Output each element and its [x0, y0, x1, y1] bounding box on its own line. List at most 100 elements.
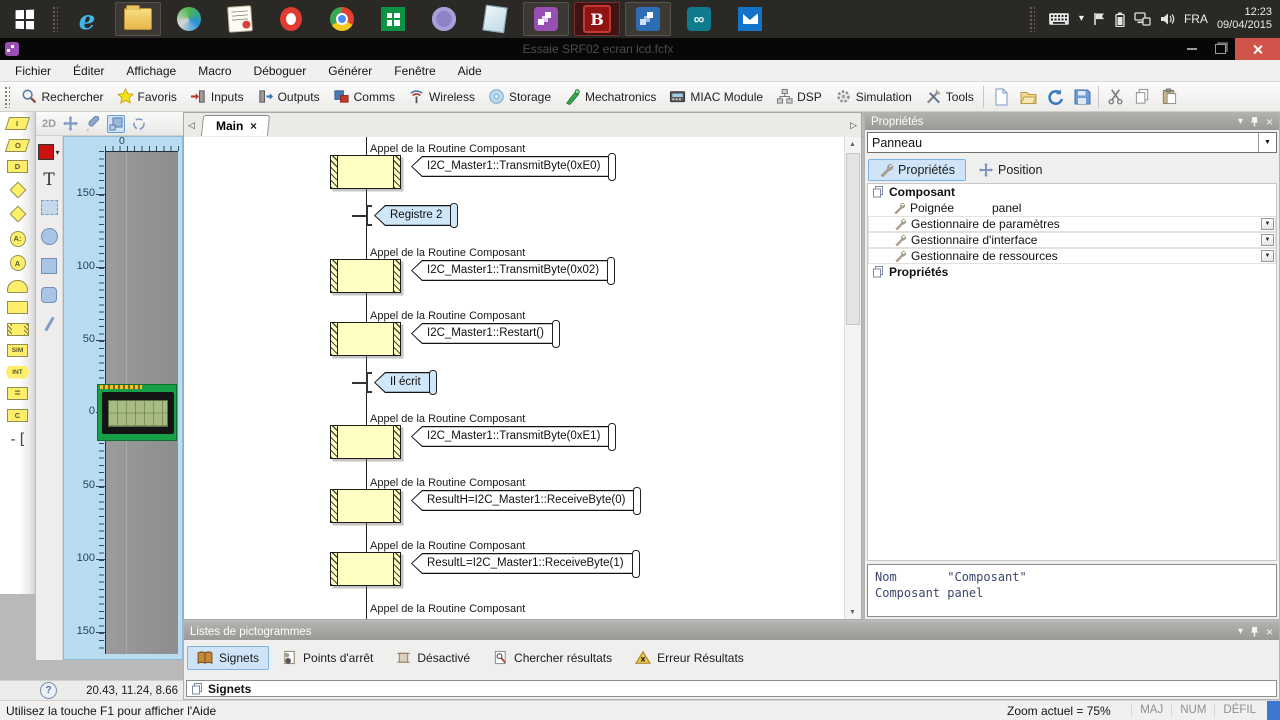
strip-component-macro-icon[interactable] — [6, 322, 29, 336]
chrome-icon[interactable] — [319, 2, 365, 36]
toolbar-inputs[interactable]: Inputs — [183, 84, 250, 110]
arduino-icon[interactable]: ∞ — [676, 2, 722, 36]
component-selector[interactable]: Panneau ▼ — [867, 132, 1277, 153]
component-macro-box[interactable] — [330, 552, 401, 586]
tree-group-composant[interactable]: Composant — [868, 184, 1276, 200]
pin-icon[interactable] — [1250, 116, 1259, 127]
step-callout[interactable]: ResultL=I2C_Master1::ReceiveByte(1) — [411, 549, 640, 578]
save-icon[interactable] — [1068, 84, 1095, 110]
tab-nav-left-icon[interactable]: ◁ — [184, 120, 199, 131]
pan-tool-icon[interactable] — [63, 116, 79, 131]
tab-erreur-resultats[interactable]: Erreur Résultats — [625, 645, 754, 670]
component-macro-box[interactable] — [330, 322, 401, 356]
panel-caret-icon[interactable]: ▾ — [1238, 116, 1243, 127]
keyboard-icon[interactable] — [1048, 12, 1070, 26]
simulation-panel-2d[interactable]: 0 150 100 50 0 50 100 150 — [63, 135, 183, 660]
strip-macro-icon[interactable] — [7, 279, 28, 293]
tab-main[interactable]: Main × — [200, 114, 271, 136]
notepad-icon[interactable] — [472, 2, 518, 36]
close-button[interactable] — [1235, 38, 1280, 60]
battery-icon[interactable] — [1115, 12, 1125, 27]
strip-decision-icon[interactable] — [9, 181, 26, 198]
volume-icon[interactable] — [1160, 12, 1175, 26]
tab-chercher-resultats[interactable]: Chercher résultats — [483, 645, 622, 670]
text-tool[interactable]: T — [43, 172, 54, 189]
toolbar-favoris[interactable]: Favoris — [110, 84, 183, 110]
comment-callout[interactable]: Il écrit — [374, 370, 437, 395]
step-callout[interactable]: I2C_Master1::Restart() — [411, 319, 560, 348]
flow-step-component[interactable]: Appel de la Routine Composant I2C_Master… — [184, 247, 845, 307]
tab-desactive[interactable]: Désactivé — [386, 645, 480, 670]
scroll-up-icon[interactable]: ▲ — [845, 137, 860, 151]
color-swatch-tool[interactable]: ▾ — [38, 144, 60, 160]
step-callout[interactable]: ResultH=I2C_Master1::ReceiveByte(0) — [411, 486, 642, 515]
component-macro-box[interactable] — [330, 259, 401, 293]
strip-switch-icon[interactable] — [9, 205, 26, 223]
menu-generer[interactable]: Générer — [317, 64, 383, 78]
new-document-icon[interactable] — [987, 84, 1014, 110]
component-macro-box[interactable] — [330, 489, 401, 523]
windows-store-icon[interactable] — [370, 2, 416, 36]
menu-deboguer[interactable]: Déboguer — [243, 64, 318, 78]
tray-grip[interactable] — [1028, 6, 1035, 32]
menu-editer[interactable]: Éditer — [62, 64, 115, 78]
copy-icon[interactable] — [1129, 84, 1156, 110]
strip-output-icon[interactable]: O — [4, 138, 31, 152]
opera-icon[interactable] — [268, 2, 314, 36]
internet-explorer-icon[interactable]: e — [64, 2, 110, 36]
strip-c-code-icon[interactable]: C — [7, 408, 28, 422]
strip-delay-icon[interactable]: D — [7, 160, 28, 173]
pictogram-list-header[interactable]: Signets — [186, 680, 1277, 697]
row-dropdown-icon[interactable]: ▼ — [1261, 250, 1274, 262]
cut-icon[interactable] — [1102, 84, 1129, 110]
pencil-tool-icon[interactable] — [85, 116, 100, 131]
flow-step-component[interactable]: Appel de la Routine Composant I2C_Master… — [184, 143, 845, 203]
action-center-flag-icon[interactable] — [1093, 12, 1106, 26]
row-dropdown-icon[interactable]: ▼ — [1261, 218, 1274, 230]
network-icon[interactable] — [1134, 12, 1151, 26]
flowcode-purple-icon[interactable] — [523, 2, 569, 36]
flowcode-blue-icon[interactable] — [625, 2, 671, 36]
tree-row-poignee[interactable]: Poignée panel — [868, 200, 1276, 216]
toolbar-tools[interactable]: Tools — [918, 84, 980, 110]
bitdefender-icon[interactable]: B — [574, 2, 620, 36]
editor-vertical-scrollbar[interactable]: ▲ ▼ — [844, 137, 861, 619]
flow-step-component[interactable]: Appel de la Routine Composant ResultL=I2… — [184, 540, 845, 600]
combo-arrow-icon[interactable]: ▼ — [1258, 133, 1276, 152]
tree-row-gestionnaire-parametres[interactable]: Gestionnaire de paramètres ▼ — [868, 216, 1276, 232]
strip-connection-point-icon[interactable]: A: — [9, 230, 26, 247]
tree-row-gestionnaire-ressources[interactable]: Gestionnaire de ressources ▼ — [868, 248, 1276, 264]
notes-icon[interactable] — [217, 2, 263, 36]
help-button[interactable]: ? — [40, 682, 57, 699]
tab-position[interactable]: Position — [968, 159, 1053, 181]
toolbar-comms[interactable]: Comms — [326, 84, 401, 110]
scroll-down-icon[interactable]: ▼ — [845, 605, 860, 619]
toolbar-mechatronics[interactable]: Mechatronics — [558, 84, 663, 110]
minimize-button[interactable] — [1177, 38, 1206, 60]
toolbar-simulation[interactable]: Simulation — [828, 84, 918, 110]
pin-icon[interactable] — [1250, 626, 1259, 637]
strip-macro-box-icon[interactable] — [7, 301, 28, 314]
strip-input-icon[interactable]: I — [4, 117, 31, 130]
clock[interactable]: 12:23 09/04/2015 — [1217, 6, 1272, 32]
step-callout[interactable]: I2C_Master1::TransmitByte(0xE0) — [411, 152, 617, 181]
start-button[interactable] — [0, 0, 48, 38]
tree-group-proprietes[interactable]: Propriétés — [868, 264, 1276, 280]
flow-step-component[interactable]: Appel de la Routine Composant I2C_Master… — [184, 413, 845, 473]
file-explorer-icon[interactable] — [115, 2, 161, 36]
selection-tool[interactable] — [40, 200, 58, 215]
tab-proprietes[interactable]: Propriétés — [868, 159, 966, 181]
circle-tool[interactable] — [40, 228, 58, 245]
strip-simulation-icon[interactable]: SIM — [7, 344, 28, 357]
rounded-rectangle-tool[interactable] — [41, 287, 57, 303]
language-indicator[interactable]: FRA — [1184, 12, 1208, 26]
component-macro-box[interactable] — [330, 155, 401, 189]
menu-aide[interactable]: Aide — [447, 64, 493, 78]
step-callout[interactable]: I2C_Master1::TransmitByte(0x02) — [411, 256, 616, 285]
toolbar-rechercher[interactable]: Rechercher — [14, 84, 110, 110]
toolbar-storage[interactable]: Storage — [481, 84, 557, 110]
row-dropdown-icon[interactable]: ▼ — [1261, 234, 1274, 246]
tab-close-icon[interactable]: × — [250, 119, 257, 133]
refresh-icon[interactable] — [1041, 84, 1068, 110]
strip-interrupt-icon[interactable]: INT — [5, 365, 30, 379]
